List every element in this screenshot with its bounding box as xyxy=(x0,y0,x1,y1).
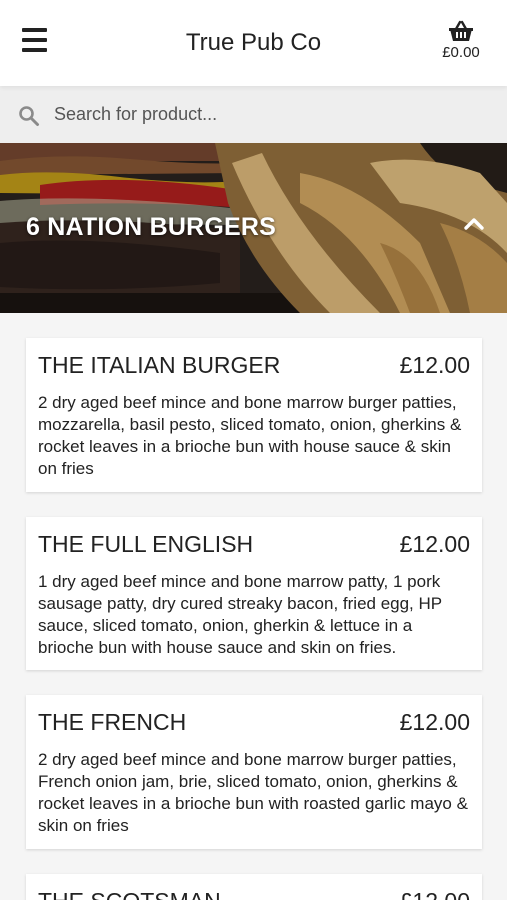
product-card[interactable]: THE ITALIAN BURGER £12.00 2 dry aged bee… xyxy=(26,338,482,492)
product-card[interactable]: THE FULL ENGLISH £12.00 1 dry aged beef … xyxy=(26,517,482,670)
product-price: £12.00 xyxy=(400,888,470,900)
product-description: 2 dry aged beef mince and bone marrow bu… xyxy=(38,750,468,835)
product-card[interactable]: THE SCOTSMAN £12.00 xyxy=(26,874,482,900)
product-description: 1 dry aged beef mince and bone marrow pa… xyxy=(38,572,442,657)
search-bar xyxy=(0,86,507,143)
product-name: THE SCOTSMAN xyxy=(38,888,221,900)
search-input[interactable] xyxy=(54,98,484,131)
search-icon xyxy=(19,106,39,126)
product-name: THE FRENCH xyxy=(38,709,187,735)
product-price: £12.00 xyxy=(399,352,470,378)
product-card[interactable]: THE FRENCH £12.00 2 dry aged beef mince … xyxy=(26,695,482,849)
product-price: £12.00 xyxy=(399,709,470,735)
chevron-up-icon[interactable] xyxy=(463,217,485,231)
product-description: 2 dry aged beef mince and bone marrow bu… xyxy=(38,393,462,478)
category-banner[interactable]: 6 NATION BURGERS xyxy=(0,143,507,313)
app-header: True Pub Co £0.00 xyxy=(0,0,507,86)
basket-button[interactable]: £0.00 xyxy=(429,20,493,61)
product-name: THE ITALIAN BURGER xyxy=(38,352,281,378)
product-price: £12.00 xyxy=(399,531,470,557)
basket-total: £0.00 xyxy=(442,44,480,61)
product-name: THE FULL ENGLISH xyxy=(38,531,254,557)
category-title: 6 NATION BURGERS xyxy=(26,213,276,241)
basket-icon xyxy=(449,20,473,41)
